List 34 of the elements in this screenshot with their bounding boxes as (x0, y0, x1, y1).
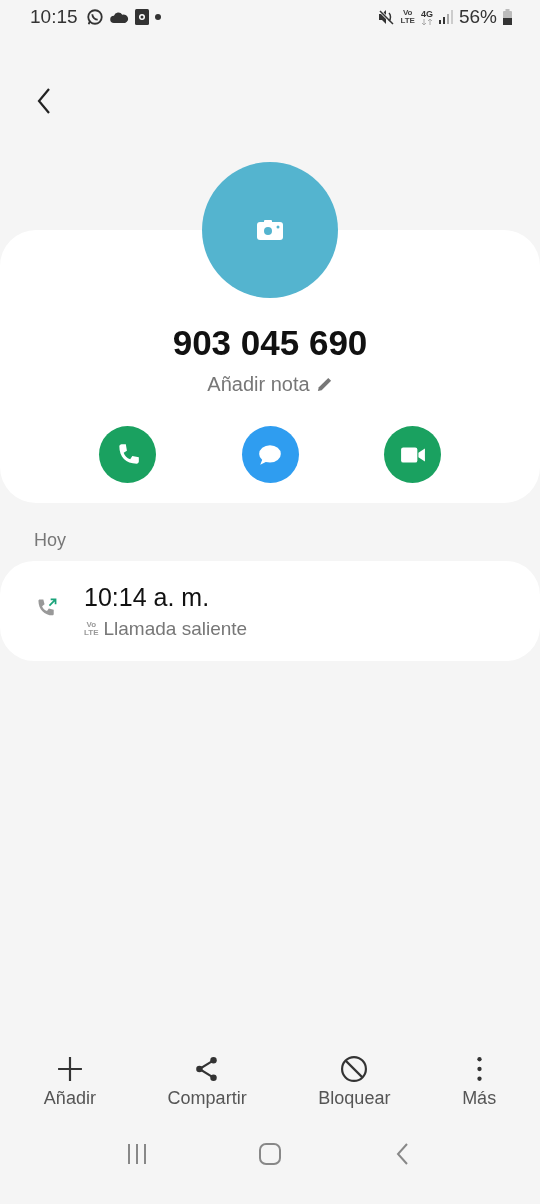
call-type: Llamada saliente (103, 617, 248, 640)
signal-icon (438, 10, 453, 24)
more-icon (475, 1056, 483, 1082)
pencil-icon (315, 376, 333, 393)
add-button[interactable]: Añadir (43, 1056, 96, 1118)
plus-icon (56, 1056, 83, 1082)
block-button[interactable]: Bloquear (318, 1056, 391, 1118)
lte-label: Vo (402, 9, 413, 17)
section-header: Hoy (34, 530, 67, 551)
dot-icon (154, 14, 161, 20)
call-time: 10:14 a. m. (84, 582, 211, 612)
more-button[interactable]: Más (462, 1056, 497, 1118)
share-button[interactable]: Compartir (167, 1056, 247, 1118)
add-note-link[interactable]: Añadir nota (207, 373, 333, 396)
recents-icon (125, 1143, 148, 1165)
video-call-button[interactable] (384, 426, 441, 483)
phone-number: 903 045 690 (172, 323, 368, 363)
camera-icon (257, 220, 283, 240)
battery-percent: 56% (458, 6, 497, 28)
call-button[interactable] (99, 426, 156, 483)
lte-label: LTE (400, 17, 415, 25)
mute-icon (378, 9, 395, 25)
data-arrows-icon (420, 18, 433, 25)
cloud-icon (109, 10, 129, 24)
block-icon (341, 1056, 368, 1082)
lte-label: Vo (86, 620, 97, 629)
chat-bubble-icon (85, 8, 104, 26)
clock-time: 10:15 (30, 6, 78, 28)
lte-label: LTE (84, 628, 99, 637)
network-label: 4G (420, 9, 433, 19)
message-button[interactable] (241, 426, 299, 483)
battery-icon (503, 9, 512, 25)
back-icon (37, 88, 51, 114)
home-icon (259, 1143, 281, 1165)
